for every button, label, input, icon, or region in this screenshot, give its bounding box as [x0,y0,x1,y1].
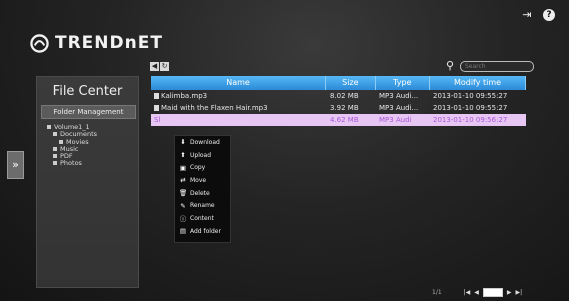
top-icons: ⇥ ? [521,9,555,21]
first-page-button[interactable]: |◀ [464,289,471,296]
sidebar-toggle-button[interactable]: » [7,151,24,179]
menu-item-label: Download [190,138,220,146]
menu-item-label: Add folder [190,227,221,235]
menu-item-label: Content [190,214,214,222]
refresh-button[interactable]: ↻ [160,62,169,71]
menu-item-label: Rename [190,202,215,210]
logout-icon[interactable]: ⇥ [521,9,533,21]
file-type: MP3 Audi... [379,92,419,100]
menu-item-upload[interactable]: ⬆ Upload [175,149,230,162]
menu-item-delete[interactable]: 🗑 Delete [175,187,230,200]
tree-item-label: Photos [60,159,82,168]
folder-management-button[interactable]: Folder Management [41,105,136,119]
upload-icon: ⬆ [180,151,186,160]
file-name-cell: Kalimba.mp3 [151,90,327,102]
trendnet-logo-icon [30,33,49,53]
column-header-size[interactable]: Size [326,76,376,90]
menu-item-label: Upload [190,151,212,159]
file-icon [154,105,159,111]
delete-icon: 🗑 [179,189,188,198]
search-box: ⚲ Search [446,60,534,72]
logo: TRENDnET [30,33,163,53]
music-folder-icon [53,146,57,151]
info-icon: ⓘ [179,215,187,224]
file-name: Maid with the Flaxen Hair.mp3 [161,104,268,112]
menu-item-rename[interactable]: ✎ Rename [175,199,230,212]
rename-icon: ✎ [180,201,186,210]
file-name-cell: Sl [151,114,327,126]
file-icon [154,93,159,99]
column-header-type[interactable]: Type [376,76,431,90]
back-button[interactable]: ◀ [150,62,159,71]
folder-icon [59,139,63,144]
file-modified: 2013-01-10 09:56:27 [433,116,508,124]
file-size: 8.02 MB [330,92,359,100]
column-header-modify-time[interactable]: Modify time [430,76,526,90]
folder-tree: Volume1_1 Documents Movies Music PDF Pho… [47,123,97,168]
file-size: 4.62 MB [330,116,359,124]
menu-item-label: Delete [190,189,210,197]
folder-icon [53,161,57,166]
sidebar: File Center Folder Management Volume1_1 … [36,76,139,288]
search-icon: ⚲ [446,59,455,72]
menu-item-move[interactable]: ⇄ Move [175,174,230,187]
download-icon: ⬇ [180,138,186,147]
move-icon: ⇄ [180,176,186,185]
table-header: Name Size Type Modify time [151,76,526,90]
context-menu: ⬇ Download ⬆ Upload ▣ Copy ⇄ Move 🗑 Delete ✎ R… [174,135,231,243]
menu-item-download[interactable]: ⬇ Download [175,136,230,149]
next-page-button[interactable]: ▶ [507,289,512,296]
copy-icon: ▣ [179,163,187,172]
table-row-selected[interactable]: Sl 4.62 MB MP3 Audi 2013-01-10 09:56:27 [151,114,526,126]
table-row[interactable]: Kalimba.mp3 8.02 MB MP3 Audi... 2013-01-… [151,90,526,102]
search-input[interactable]: Search [460,60,534,72]
page-number-input[interactable] [482,288,503,297]
last-page-button[interactable]: ▶| [516,289,523,296]
help-icon[interactable]: ? [543,9,555,21]
table-row[interactable]: Maid with the Flaxen Hair.mp3 3.92 MB MP… [151,102,526,114]
file-name: Kalimba.mp3 [161,92,208,100]
file-name: Sl [154,116,161,124]
menu-item-add-folder[interactable]: ▤ Add folder [175,225,230,238]
collapse-icon [47,125,51,129]
pagination: 1/1 |◀ ◀ ▶ ▶| [432,288,522,297]
file-table: Name Size Type Modify time Kalimba.mp3 8… [151,76,526,126]
sidebar-title: File Center [52,84,123,99]
brand-name: TRENDnET [55,33,163,53]
menu-item-content[interactable]: ⓘ Content [175,212,230,225]
menu-item-label: Copy [190,164,206,172]
page-info: 1/1 [432,289,442,296]
file-type: MP3 Audi [379,116,412,124]
add-folder-icon: ▤ [179,227,187,236]
folder-icon [53,132,57,137]
column-header-name[interactable]: Name [151,76,327,90]
menu-item-label: Move [190,176,207,184]
folder-icon [53,154,57,159]
file-modified: 2013-01-10 09:55:27 [433,92,508,100]
file-modified: 2013-01-10 09:55:27 [433,104,508,112]
file-size: 3.92 MB [330,104,359,112]
file-name-cell: Maid with the Flaxen Hair.mp3 [151,102,327,114]
menu-item-copy[interactable]: ▣ Copy [175,161,230,174]
chevron-right-icon: » [12,158,19,171]
nav-buttons: ◀ ↻ [150,62,169,71]
prev-page-button[interactable]: ◀ [474,289,479,296]
file-type: MP3 Audi... [379,104,419,112]
tree-item-photos[interactable]: Photos [47,160,97,167]
